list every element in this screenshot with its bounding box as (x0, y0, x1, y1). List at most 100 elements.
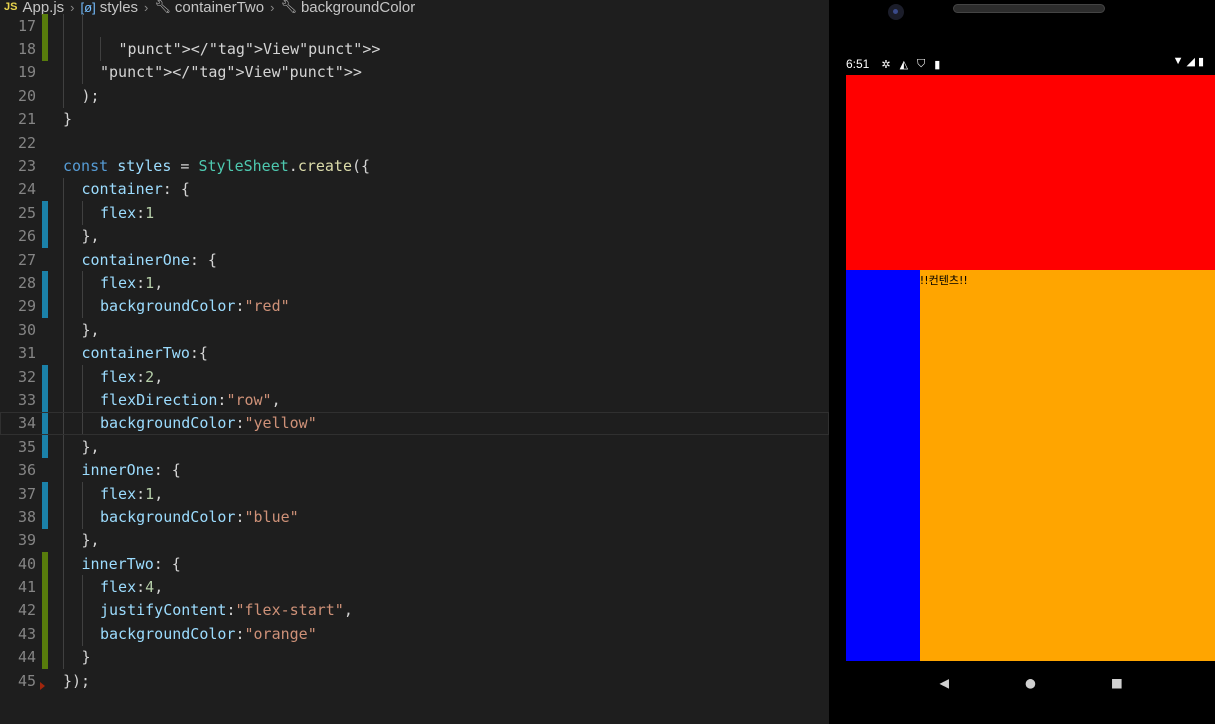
git-gutter-marker[interactable] (42, 131, 48, 154)
line-number: 36 (17, 461, 36, 480)
git-gutter-marker[interactable] (42, 271, 48, 295)
line-number: 26 (17, 227, 36, 246)
code-line[interactable]: 20); (0, 84, 829, 108)
indent-guide (63, 177, 82, 202)
back-button[interactable]: ◀ (934, 673, 954, 692)
git-gutter-marker[interactable] (42, 294, 48, 319)
indent-guide (63, 247, 82, 272)
chevron-right-icon: › (70, 0, 75, 15)
code-line[interactable]: 34 backgroundColor:"yellow" (0, 411, 829, 436)
line-number: 17 (17, 16, 36, 35)
code-editor[interactable]: JS App.js › [ø] styles › 🔧︎ containerTwo… (0, 0, 829, 724)
code-line[interactable]: 33 flexDirection:"row", (0, 388, 829, 412)
code-text: backgroundColor:"red" (100, 297, 290, 316)
code-text: }, (81, 437, 100, 456)
git-gutter-marker[interactable] (42, 248, 48, 271)
code-line[interactable]: 45}); (0, 669, 829, 692)
code-line[interactable]: 37 flex:1, (0, 481, 829, 506)
indent-guide (81, 411, 101, 436)
code-text: innerOne: { (81, 461, 181, 480)
git-gutter-marker[interactable] (42, 551, 48, 576)
line-number: 23 (17, 157, 36, 176)
indent-guide (63, 341, 82, 365)
git-gutter-marker[interactable] (42, 108, 48, 131)
line-number: 42 (17, 601, 36, 620)
code-line[interactable]: 32 flex:2, (0, 364, 829, 389)
code-line[interactable]: 21} (0, 108, 829, 131)
gear-icon: ✲ (881, 58, 891, 71)
git-gutter-marker[interactable] (42, 505, 48, 529)
code-text: flex:1, (100, 273, 164, 292)
code-line[interactable]: 38 backgroundColor:"blue" (0, 505, 829, 529)
code-lines[interactable]: 17 18 "punct"></"tag">View"punct">> 19 "punc… (0, 14, 829, 692)
code-line[interactable]: 28 flex:1, (0, 271, 829, 295)
code-line[interactable]: 43 backgroundColor:"orange" (0, 622, 829, 646)
git-gutter-marker[interactable] (42, 529, 48, 552)
git-gutter-marker[interactable] (42, 37, 48, 61)
home-button[interactable]: ● (1020, 673, 1040, 692)
wrench-icon: 🔧︎ (154, 0, 171, 14)
line-number: 33 (17, 390, 36, 409)
indent-guide (63, 60, 82, 85)
git-gutter-marker[interactable] (42, 341, 48, 364)
code-text: "punct"></"tag">View"punct">> (118, 40, 381, 59)
indent-guide (63, 388, 82, 412)
code-text: flexDirection:"row", (100, 390, 281, 409)
code-line[interactable]: 36 innerOne: { (0, 458, 829, 482)
line-number: 39 (17, 531, 36, 550)
git-gutter-marker[interactable] (42, 364, 48, 389)
git-gutter-marker[interactable] (42, 645, 48, 669)
code-line[interactable]: 31 containerTwo:{ (0, 341, 829, 365)
code-line[interactable]: 22 (0, 131, 829, 154)
code-line[interactable]: 39}, (0, 528, 829, 552)
git-gutter-marker[interactable] (42, 481, 48, 506)
code-line[interactable]: 23 const styles = StyleSheet.create({ (0, 154, 829, 177)
code-text: } (81, 648, 91, 667)
git-gutter-marker[interactable] (42, 458, 48, 481)
indent-guide (81, 271, 101, 295)
git-gutter-marker[interactable] (42, 575, 48, 599)
git-gutter-marker[interactable] (42, 622, 48, 646)
status-time: 6:51 (846, 57, 870, 71)
code-line[interactable]: 29 backgroundColor:"red" (0, 294, 829, 319)
code-line[interactable]: 24 container: { (0, 177, 829, 202)
indent-guide (63, 435, 82, 459)
git-gutter-marker[interactable] (42, 435, 48, 459)
git-gutter-marker[interactable] (42, 201, 48, 225)
code-line[interactable]: 19 "punct"></"tag">View"punct">> (0, 60, 829, 85)
code-line[interactable]: 44} (0, 645, 829, 669)
code-line[interactable]: 42 justifyContent:"flex-start", (0, 598, 829, 623)
code-line[interactable]: 17 (0, 14, 829, 38)
deleted-lines-marker[interactable] (40, 682, 45, 691)
git-gutter-marker[interactable] (42, 178, 48, 201)
git-gutter-marker[interactable] (42, 318, 48, 341)
status-right-icons: ▼ ◢ ▮ (1173, 55, 1204, 68)
line-number: 19 (17, 63, 36, 82)
app-root-container: !!컨텐츠!! (846, 75, 1215, 661)
git-gutter-marker[interactable] (42, 411, 48, 436)
line-number: 40 (17, 554, 36, 573)
code-line[interactable]: 18 "punct"></"tag">View"punct">> (0, 37, 829, 61)
code-line[interactable]: 35}, (0, 435, 829, 459)
git-gutter-marker[interactable] (42, 14, 48, 38)
code-text: flex:4, (100, 578, 164, 597)
code-line[interactable]: 40 innerTwo: { (0, 551, 829, 576)
line-number: 30 (17, 320, 36, 339)
code-line[interactable]: 41 flex:4, (0, 575, 829, 599)
code-line[interactable]: 30}, (0, 318, 829, 342)
recents-button[interactable]: ■ (1107, 673, 1127, 692)
git-gutter-marker[interactable] (42, 388, 48, 412)
code-line[interactable]: 26}, (0, 224, 829, 248)
code-line[interactable]: 27 containerOne: { (0, 247, 829, 272)
line-number: 22 (17, 133, 36, 152)
indent-guide (81, 505, 101, 529)
git-gutter-marker[interactable] (42, 84, 48, 107)
git-gutter-marker[interactable] (42, 61, 48, 84)
code-line[interactable]: 25 flex:1 (0, 201, 829, 225)
git-gutter-marker[interactable] (42, 154, 48, 177)
git-gutter-marker[interactable] (42, 224, 48, 248)
git-gutter-marker[interactable] (42, 598, 48, 623)
container-one (846, 75, 1215, 271)
line-number: 24 (17, 180, 36, 199)
code-text: containerTwo:{ (81, 344, 208, 363)
